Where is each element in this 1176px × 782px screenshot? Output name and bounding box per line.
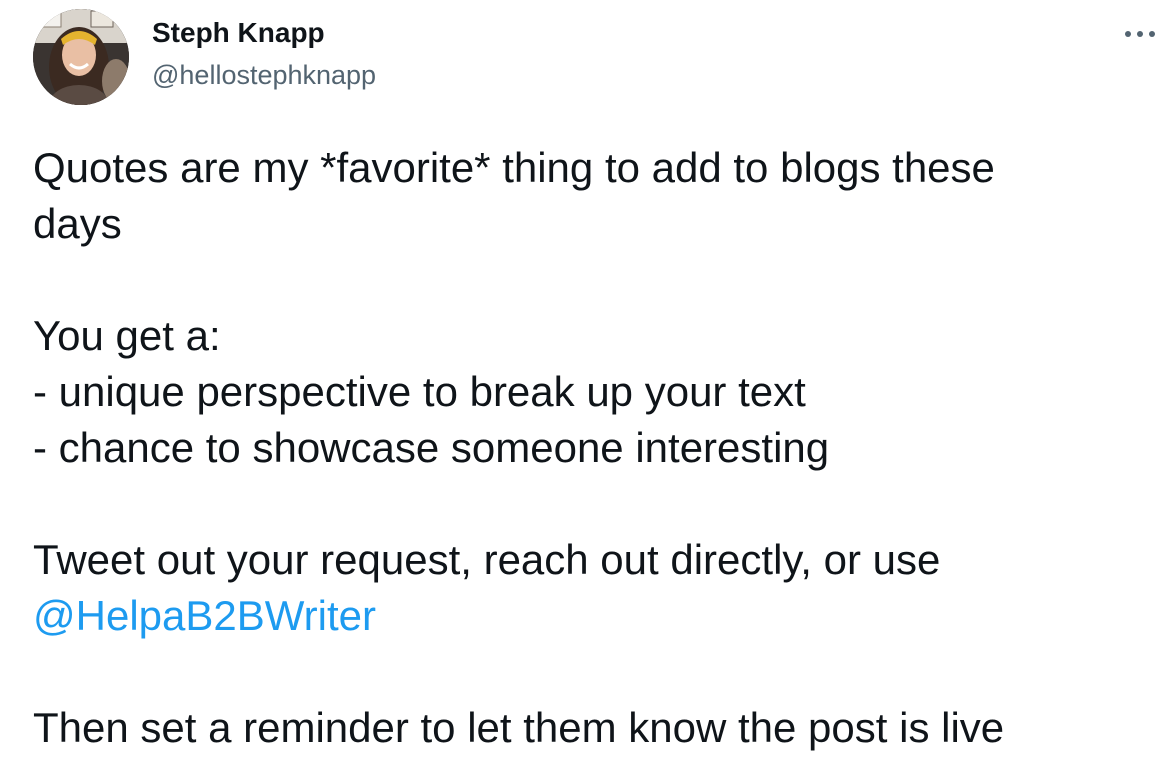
- tweet-line: Then set a reminder to let them know the…: [33, 704, 1005, 751]
- tweet-card: Steph Knapp @hellostephknapp Quotes are …: [0, 0, 1176, 782]
- author-display-name[interactable]: Steph Knapp: [152, 16, 325, 50]
- profile-photo: [33, 9, 129, 105]
- tweet-line: days: [33, 200, 122, 247]
- more-options-button[interactable]: [1120, 20, 1160, 48]
- tweet-line: Quotes are my *favorite* thing to add to…: [33, 144, 995, 191]
- tweet-line: Tweet out your request, reach out direct…: [33, 536, 941, 583]
- tweet-header: Steph Knapp @hellostephknapp: [0, 0, 1176, 120]
- more-horizontal-icon: [1125, 31, 1155, 37]
- tweet-text: Quotes are my *favorite* thing to add to…: [33, 140, 1133, 756]
- tweet-line: - unique perspective to break up your te…: [33, 368, 806, 415]
- avatar[interactable]: [33, 9, 129, 105]
- tweet-line: - chance to showcase someone interesting: [33, 424, 830, 471]
- mention-line: @HelpaB2BWriter: [33, 588, 1133, 644]
- tweet-line: You get a:: [33, 312, 221, 359]
- author-handle[interactable]: @hellostephknapp: [152, 58, 376, 92]
- mention-link[interactable]: @HelpaB2BWriter: [33, 592, 376, 639]
